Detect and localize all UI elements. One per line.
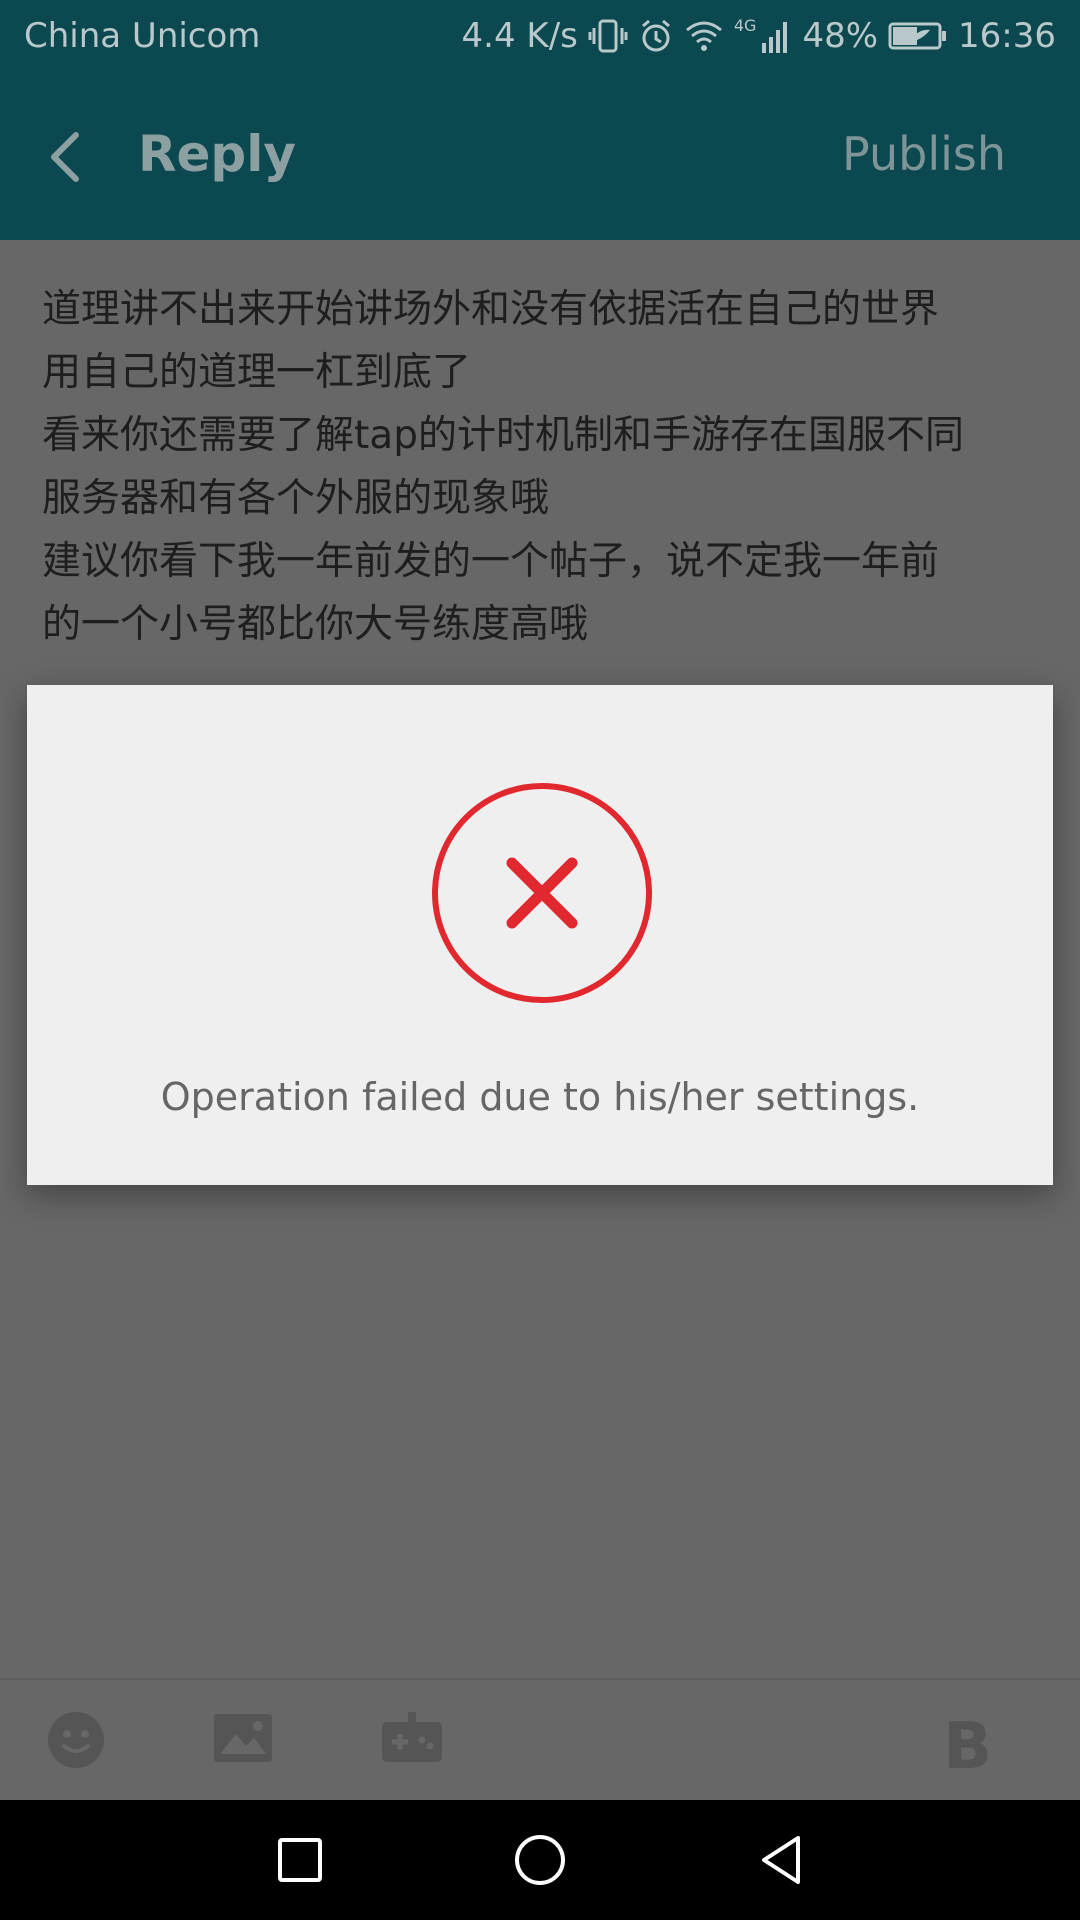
back-arrow-icon[interactable] [40,127,100,187]
vibrate-icon [588,19,628,53]
signal-icon [762,22,788,53]
alarm-icon [641,19,670,52]
system-nav-bar [0,1800,1080,1920]
home-icon[interactable] [510,1830,570,1890]
error-circle-x-icon [432,783,652,1003]
error-dialog: Operation failed due to his/her settings… [27,685,1053,1185]
bold-button[interactable]: B [943,1710,992,1784]
network-speed: 4.4 K/s [461,16,578,56]
clock: 16:36 [958,16,1056,56]
network-type: 4G [733,16,757,35]
wifi-icon [685,21,722,51]
emoji-icon[interactable] [46,1710,106,1770]
app-bar: Reply Publish [0,75,1080,240]
back-nav-icon[interactable] [752,1830,812,1890]
battery-icon [888,22,947,50]
reply-text-editor[interactable]: 道理讲不出来开始讲场外和没有依据活在自己的世界 用自己的道理一杠到底了 看来你还… [42,278,1042,656]
battery-percent: 48% [802,16,879,56]
image-icon[interactable] [212,1710,274,1766]
editor-toolbar: B [0,1678,1080,1802]
carrier-name: China Unicom [24,16,261,56]
page-title: Reply [138,125,296,183]
publish-button[interactable]: Publish [842,127,1006,181]
error-message: Operation failed due to his/her settings… [160,1075,920,1119]
game-controller-icon[interactable] [380,1710,444,1766]
status-icons: 4.4 K/s 4G 48% 16:36 [462,16,1056,56]
status-bar: China Unicom 4.4 K/s 4G 48% 16:36 [0,0,1080,75]
recent-apps-icon[interactable] [270,1830,330,1890]
